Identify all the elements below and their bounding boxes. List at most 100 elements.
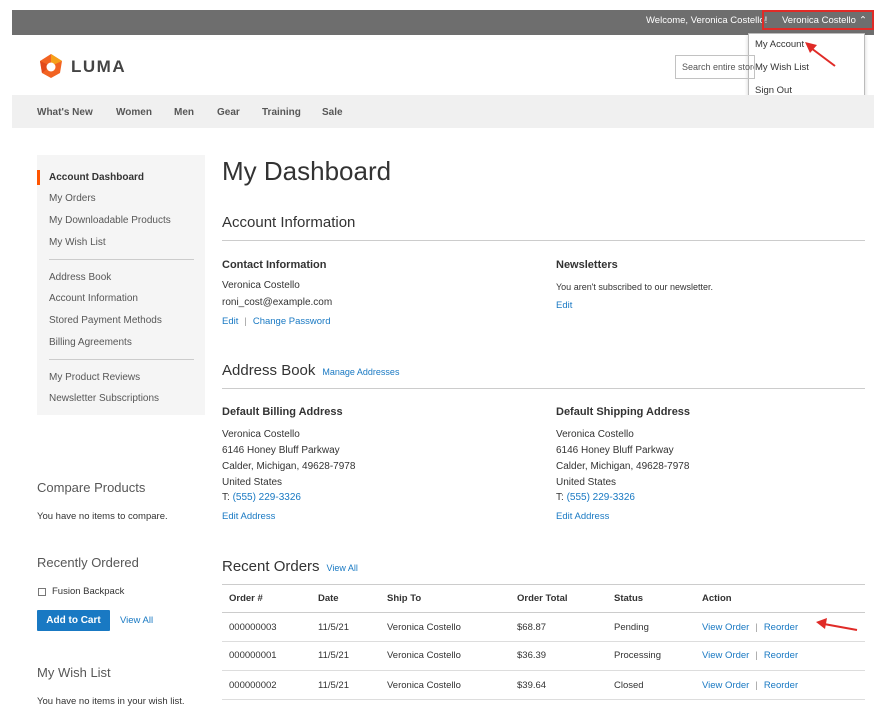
chevron-up-icon: ⌃ — [858, 15, 867, 26]
manage-addresses-link[interactable]: Manage Addresses — [322, 367, 399, 377]
edit-newsletter-link[interactable]: Edit — [556, 300, 572, 311]
section-divider — [222, 584, 865, 585]
sidebar-divider — [49, 359, 194, 360]
address-book-title: Address Book Manage Addresses — [222, 362, 400, 379]
view-all-orders-link[interactable]: View All — [327, 563, 358, 573]
contact-information-title: Contact Information — [222, 259, 327, 271]
recent-item-name: Fusion Backpack — [52, 586, 125, 597]
edit-shipping-address-link[interactable]: Edit Address — [556, 511, 609, 522]
sidebar-divider — [49, 259, 194, 260]
menu-item-my-wish-list[interactable]: My Wish List — [755, 62, 809, 73]
compare-empty-text: You have no items to compare. — [37, 511, 168, 522]
sidebar-item-my-orders[interactable]: My Orders — [49, 193, 96, 204]
shipping-phone: T: (555) 229-3326 — [556, 492, 635, 503]
reorder-link[interactable]: Reorder — [764, 650, 798, 661]
newsletters-title: Newsletters — [556, 259, 618, 271]
order-date: 11/5/21 — [318, 680, 349, 691]
compare-products-title: Compare Products — [37, 480, 146, 495]
billing-line: United States — [222, 477, 283, 488]
order-number: 000000002 — [229, 680, 277, 691]
column-header-action: Action — [702, 593, 732, 604]
contact-name: Veronica Costello — [222, 280, 300, 291]
sidebar-item-account-dashboard[interactable]: Account Dashboard — [49, 172, 144, 183]
contact-email: roni_cost@example.com — [222, 297, 333, 308]
reorder-link[interactable]: Reorder — [764, 680, 798, 691]
annotation-arrow-icon — [816, 618, 858, 631]
billing-phone: T: (555) 229-3326 — [222, 492, 301, 503]
change-password-link[interactable]: Change Password — [253, 316, 331, 327]
view-order-link[interactable]: View Order — [702, 650, 749, 661]
billing-address-title: Default Billing Address — [222, 406, 343, 418]
order-total: $39.64 — [517, 680, 547, 691]
view-order-link[interactable]: View Order — [702, 680, 749, 691]
column-header-order: Order # — [229, 593, 263, 604]
section-divider — [222, 388, 865, 389]
order-status: Processing — [614, 650, 661, 661]
shipping-line: Veronica Costello — [556, 429, 634, 440]
recently-ordered-title: Recently Ordered — [37, 555, 139, 570]
column-header-date: Date — [318, 593, 339, 604]
account-information-title: Account Information — [222, 214, 356, 231]
luma-logo-icon[interactable] — [38, 53, 64, 79]
sidebar-item-billing-agreements[interactable]: Billing Agreements — [49, 337, 132, 348]
billing-line: Veronica Costello — [222, 429, 300, 440]
active-indicator — [37, 170, 40, 185]
order-total: $68.87 — [517, 622, 547, 633]
column-header-order-total: Order Total — [517, 593, 568, 604]
order-date: 11/5/21 — [318, 650, 349, 661]
table-header-divider — [222, 612, 865, 613]
search-input[interactable]: Search entire store here... — [675, 55, 755, 79]
sidebar-item-newsletter-subscriptions[interactable]: Newsletter Subscriptions — [49, 393, 159, 404]
wishlist-title: My Wish List — [37, 665, 111, 680]
reorder-link[interactable]: Reorder — [764, 622, 798, 633]
contact-actions: Edit | Change Password — [222, 316, 331, 327]
shipping-address-title: Default Shipping Address — [556, 406, 691, 418]
nav-training[interactable]: Training — [262, 107, 301, 118]
sidebar-item-address-book[interactable]: Address Book — [49, 272, 111, 283]
order-ship-to: Veronica Costello — [387, 680, 461, 691]
order-date: 11/5/21 — [318, 622, 349, 633]
nav-whats-new[interactable]: What's New — [37, 107, 93, 118]
sidebar-item-product-reviews[interactable]: My Product Reviews — [49, 372, 140, 383]
billing-line: Calder, Michigan, 49628-7978 — [222, 461, 356, 472]
menu-item-my-account[interactable]: My Account — [755, 39, 804, 50]
nav-sale[interactable]: Sale — [322, 107, 343, 118]
welcome-message: Welcome, Veronica Costello! — [646, 15, 768, 26]
add-to-cart-button[interactable]: Add to Cart — [37, 610, 110, 631]
nav-women[interactable]: Women — [116, 107, 152, 118]
view-order-link[interactable]: View Order — [702, 622, 749, 633]
sidebar-item-stored-payment-methods[interactable]: Stored Payment Methods — [49, 315, 162, 326]
order-status: Pending — [614, 622, 649, 633]
edit-billing-address-link[interactable]: Edit Address — [222, 511, 275, 522]
sidebar-item-downloadable-products[interactable]: My Downloadable Products — [49, 215, 171, 226]
order-number: 000000003 — [229, 622, 277, 633]
column-header-status: Status — [614, 593, 644, 604]
order-actions: View Order | Reorder — [702, 680, 799, 691]
customer-menu-toggle[interactable]: Veronica Costello ⌃ — [762, 10, 874, 30]
section-divider — [222, 240, 865, 241]
shipping-line: Calder, Michigan, 49628-7978 — [556, 461, 690, 472]
edit-contact-link[interactable]: Edit — [222, 316, 238, 327]
table-row-divider — [222, 670, 865, 671]
sidebar-item-account-information[interactable]: Account Information — [49, 293, 138, 304]
page-title: My Dashboard — [222, 156, 392, 186]
customer-name: Veronica Costello — [782, 15, 856, 26]
customer-menu-dropdown: My Account My Wish List Sign Out — [748, 33, 865, 101]
recent-orders-title: Recent Orders View All — [222, 558, 358, 575]
shipping-line: 6146 Honey Bluff Parkway — [556, 445, 674, 456]
sidebar-item-my-wish-list[interactable]: My Wish List — [49, 237, 106, 248]
shipping-phone-link[interactable]: (555) 229-3326 — [567, 492, 635, 503]
order-status: Closed — [614, 680, 644, 691]
nav-men[interactable]: Men — [174, 107, 194, 118]
order-total: $36.39 — [517, 650, 547, 661]
order-ship-to: Veronica Costello — [387, 622, 461, 633]
recent-item-checkbox[interactable] — [38, 588, 46, 596]
billing-phone-link[interactable]: (555) 229-3326 — [233, 492, 301, 503]
nav-gear[interactable]: Gear — [217, 107, 240, 118]
logo-wordmark[interactable]: LUMA — [71, 57, 126, 77]
billing-line: 6146 Honey Bluff Parkway — [222, 445, 340, 456]
wishlist-empty-text: You have no items in your wish list. — [37, 696, 185, 706]
order-ship-to: Veronica Costello — [387, 650, 461, 661]
order-actions: View Order | Reorder — [702, 650, 799, 661]
recent-view-all-link[interactable]: View All — [120, 615, 153, 626]
